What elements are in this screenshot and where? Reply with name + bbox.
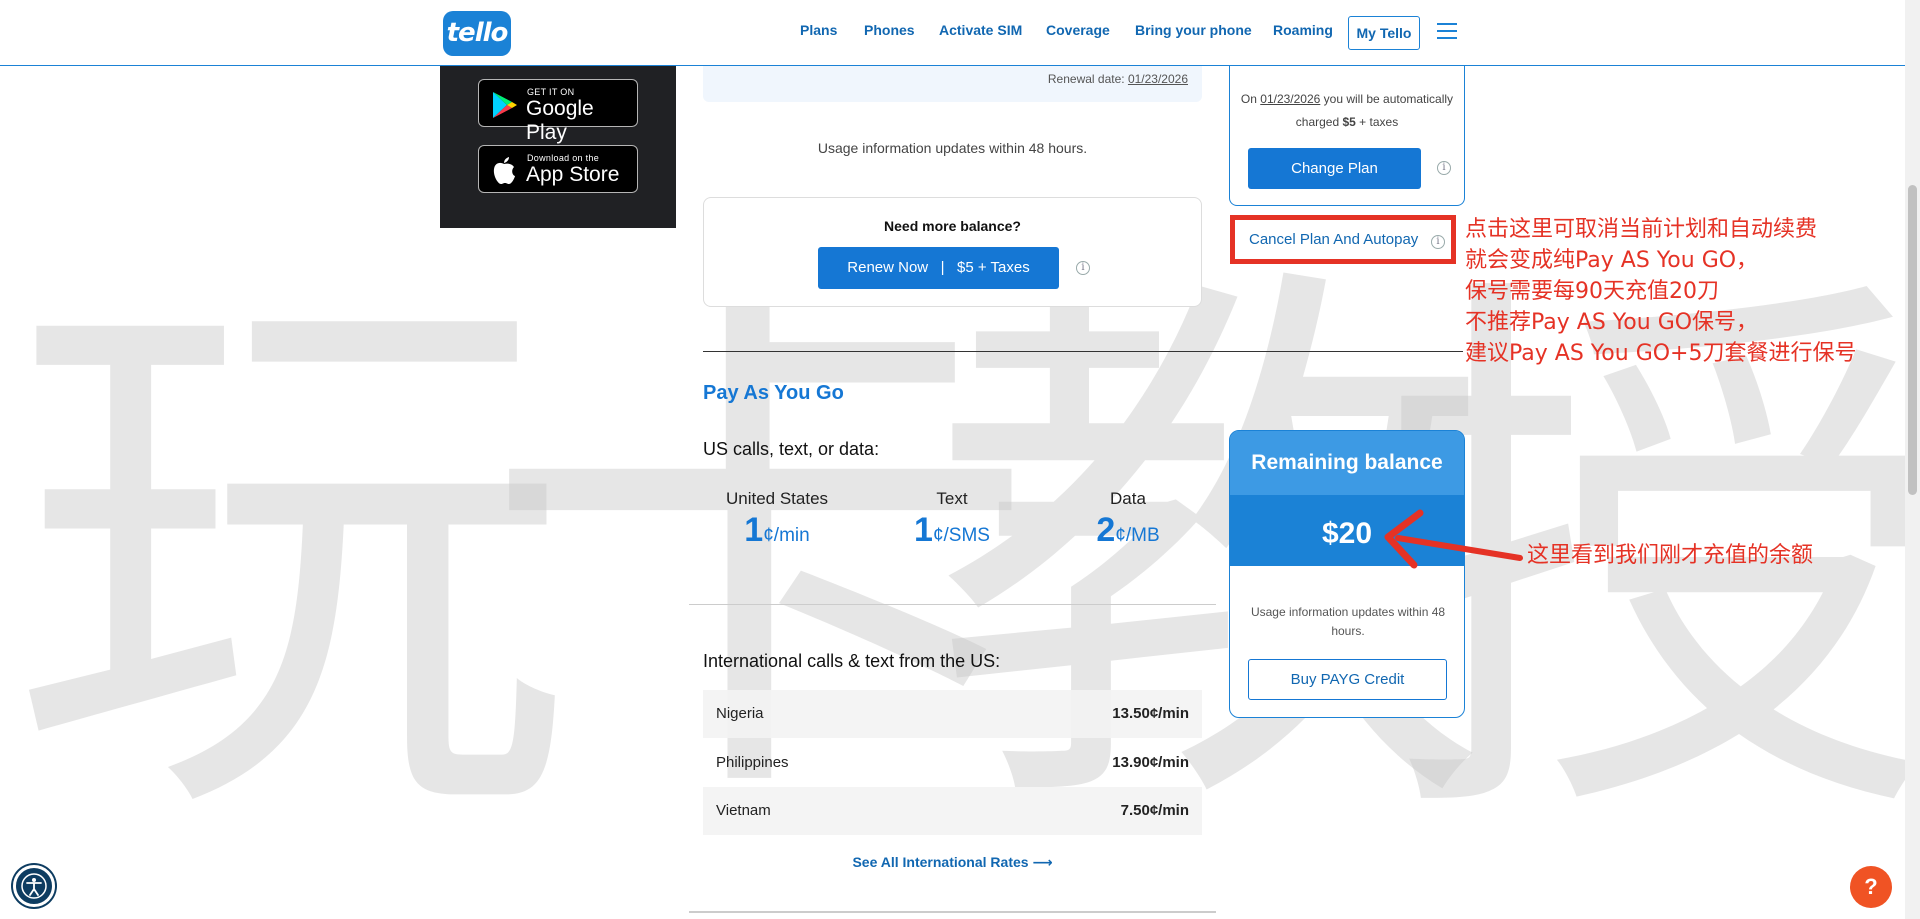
intl-price: 13.50¢/min (1112, 705, 1189, 722)
annotation-line: 点击这里可取消当前计划和自动续费 (1465, 217, 1818, 242)
see-all-rates-link[interactable]: See All International Rates ⟶ (703, 854, 1202, 871)
tello-logo[interactable]: tello (443, 11, 511, 56)
site-header: tello Plans Phones Activate SIM Coverage… (0, 0, 1920, 66)
renewal-label: Renewal date: (1047, 72, 1128, 86)
app-store-small: Download on the (527, 153, 600, 163)
scrollbar-thumb[interactable] (1908, 185, 1917, 495)
autopay-date: 01/23/2026 (1260, 92, 1321, 106)
balance-title: Remaining balance (1251, 451, 1443, 474)
renewal-date: Renewal date: 01/23/2026 (1048, 72, 1188, 86)
renew-now-button[interactable]: Renew Now | $5 + Taxes (818, 247, 1059, 289)
autopay-charged: charged (1295, 115, 1343, 129)
intl-country: Vietnam (716, 802, 771, 819)
app-store-button[interactable]: Download on the App Store (478, 145, 638, 193)
rate-value: 1 (744, 511, 764, 549)
help-chat-button[interactable]: ? (1850, 866, 1892, 908)
divider (689, 911, 1216, 913)
google-play-icon (493, 92, 517, 118)
rate-label: United States (725, 489, 829, 508)
nav-plans[interactable]: Plans (800, 22, 837, 38)
rate-text: Text 1¢/SMS (867, 489, 1037, 550)
annotation-line: 就会变成纯Pay AS You GO， (1465, 248, 1759, 273)
nav-bring-your-phone[interactable]: Bring your phone (1135, 22, 1252, 38)
rate-label: Text (936, 489, 968, 508)
rate-unit: ¢/MB (1115, 525, 1160, 546)
annotation-line: 保号需要每90天充值20刀 (1465, 279, 1719, 304)
google-play-button[interactable]: GET IT ON Google Play (478, 79, 638, 144)
autopay-text: On 01/23/2026 you will be automatically … (1230, 88, 1464, 134)
rate-unit: ¢/SMS (932, 525, 990, 546)
rate-value: 2 (1096, 511, 1116, 549)
rate-data: Data 2¢/MB (1043, 489, 1213, 550)
section-divider (703, 351, 1463, 352)
change-plan-button[interactable]: Change Plan (1248, 148, 1421, 189)
my-tello-button[interactable]: My Tello (1348, 16, 1420, 50)
annotation-line: 建议Pay AS You GO+5刀套餐进行保号 (1465, 341, 1857, 366)
watermark-char: 玩 (10, 234, 570, 886)
autopay-card: On 01/23/2026 you will be automatically … (1229, 66, 1465, 206)
intl-price: 7.50¢/min (1120, 802, 1189, 819)
table-row: Nigeria 13.50¢/min (703, 690, 1202, 738)
intl-country: Nigeria (716, 705, 764, 722)
apple-icon (493, 157, 515, 184)
usage-note: Usage information updates within 48 hour… (817, 140, 1088, 156)
menu-icon[interactable] (1437, 23, 1457, 39)
need-more-balance-box: Need more balance? Renew Now | $5 + Taxe… (703, 197, 1202, 307)
plan-card: Renewal date: 01/23/2026 (703, 66, 1202, 102)
annotation-line: 不推荐Pay AS You GO保号， (1465, 310, 1759, 335)
info-icon[interactable]: i (1076, 261, 1090, 275)
autopay-suffix: + taxes (1355, 115, 1399, 129)
intl-price: 13.90¢/min (1112, 754, 1189, 771)
autopay-amount: $5 (1342, 115, 1356, 129)
buy-payg-credit-button[interactable]: Buy PAYG Credit (1248, 659, 1447, 700)
rate-us: United States 1¢/min (692, 489, 862, 550)
google-play-small: GET IT ON (527, 87, 575, 97)
rate-label: Data (1110, 489, 1146, 508)
autopay-prefix: On (1240, 92, 1261, 106)
app-store-label: App Store (526, 163, 620, 186)
accessibility-icon[interactable] (13, 865, 55, 907)
nav-phones[interactable]: Phones (864, 22, 915, 38)
table-row: Vietnam 7.50¢/min (703, 787, 1202, 835)
payg-title: Pay As You Go (703, 382, 844, 404)
arrow-icon (1384, 509, 1523, 569)
info-icon[interactable]: i (1437, 161, 1451, 175)
need-more-title: Need more balance? (884, 218, 1021, 234)
nav-activate-sim[interactable]: Activate SIM (939, 22, 1022, 38)
info-icon[interactable]: i (1431, 235, 1445, 249)
divider (689, 604, 1216, 605)
rate-value: 1 (914, 511, 933, 549)
autopay-mid: you will be automatically (1320, 92, 1454, 106)
renewal-date-value: 01/23/2026 (1127, 72, 1188, 86)
nav-coverage[interactable]: Coverage (1046, 22, 1110, 38)
rate-unit: ¢/min (763, 525, 810, 546)
app-download-panel: GET IT ON Google Play Download on the Ap… (440, 66, 676, 228)
intl-rates-label: International calls & text from the US: (703, 651, 1001, 671)
nav-roaming[interactable]: Roaming (1273, 22, 1333, 38)
cancel-annotation: 点击这里可取消当前计划和自动续费 就会变成纯Pay AS You GO， 保号需… (1465, 214, 1857, 369)
cancel-plan-link[interactable]: Cancel Plan And Autopay (1249, 231, 1418, 248)
google-play-label: Google Play (526, 97, 594, 144)
balance-usage-note: Usage information updates within 48 hour… (1250, 605, 1446, 638)
cancel-plan-highlight: Cancel Plan And Autopay i (1230, 215, 1456, 264)
intl-country: Philippines (716, 754, 789, 771)
us-rates-label: US calls, text, or data: (703, 439, 880, 459)
balance-annotation: 这里看到我们刚才充值的余额 (1527, 543, 1814, 568)
table-row: Philippines 13.90¢/min (703, 739, 1202, 787)
